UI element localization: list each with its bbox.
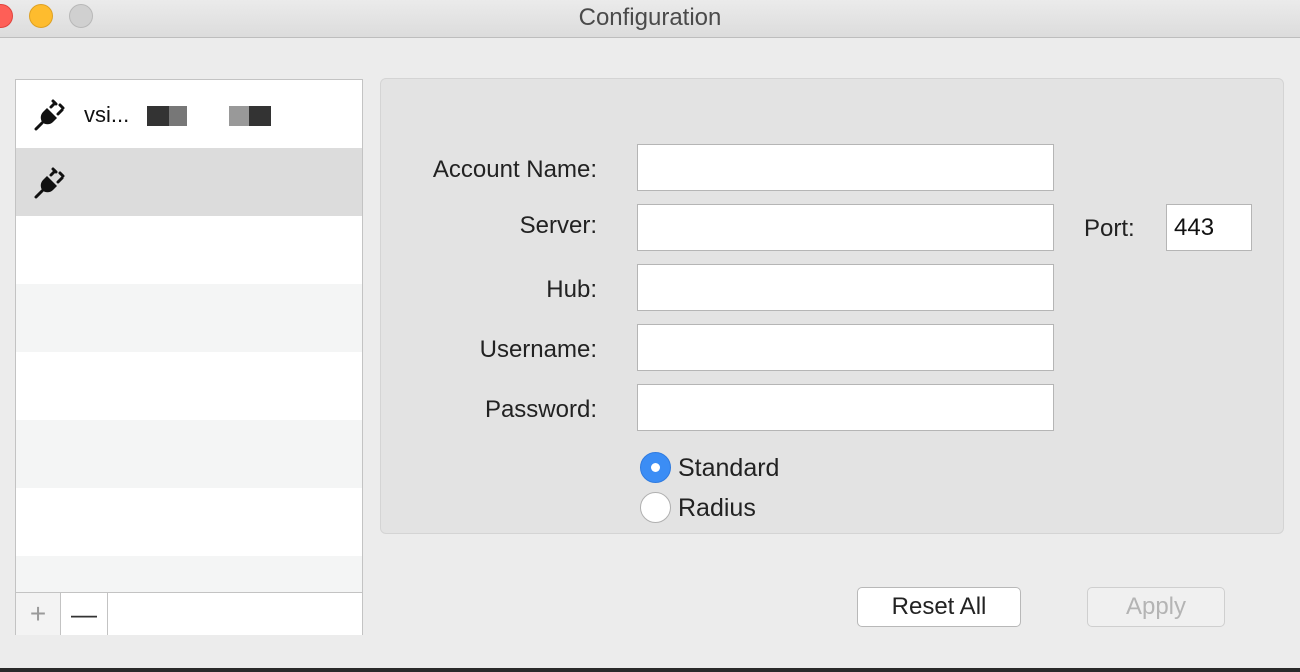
hub-field[interactable] [637,264,1054,311]
port-field[interactable] [1166,204,1252,251]
empty-list-row [16,420,362,488]
window-title: Configuration [578,4,722,31]
apply-button[interactable]: Apply [1087,587,1225,627]
password-field[interactable] [637,384,1054,431]
list-toolbar: + — [16,592,362,635]
plug-icon [34,167,65,199]
server-field[interactable] [637,204,1054,251]
redaction-block [229,106,250,127]
account-name: vsi... [84,102,272,128]
add-account-button[interactable]: + [16,593,61,635]
plug-icon [34,99,65,131]
port-label: Port: [1084,215,1135,242]
username-label: Username: [479,336,597,363]
configuration-window: Configuration vsi... + — Account Name: S… [0,0,1300,668]
account-list-item[interactable]: vsi... [16,80,362,148]
remove-account-button[interactable]: — [61,593,108,635]
background-strip [0,668,1300,672]
username-field[interactable] [637,324,1054,371]
password-label: Password: [484,396,597,423]
account-name-field[interactable] [637,144,1054,191]
radius-radio-label[interactable]: Radius [678,494,756,523]
account-settings-panel: Account Name: Server: Port: Hub: Usernam… [380,78,1284,534]
empty-list-row [16,488,362,556]
redaction-block [147,106,170,127]
redaction-block [169,106,188,127]
standard-radio-label[interactable]: Standard [678,454,779,483]
account-name-label: Account Name: [432,156,597,183]
hub-label: Hub: [546,276,597,303]
standard-radio[interactable] [640,452,671,483]
title-bar: Configuration [0,0,1300,38]
server-label: Server: [519,212,597,239]
empty-list-row [16,556,362,592]
reset-all-button[interactable]: Reset All [857,587,1021,627]
account-name-text: vsi... [84,102,130,127]
redaction-block [249,106,272,127]
radius-radio[interactable] [640,492,671,523]
